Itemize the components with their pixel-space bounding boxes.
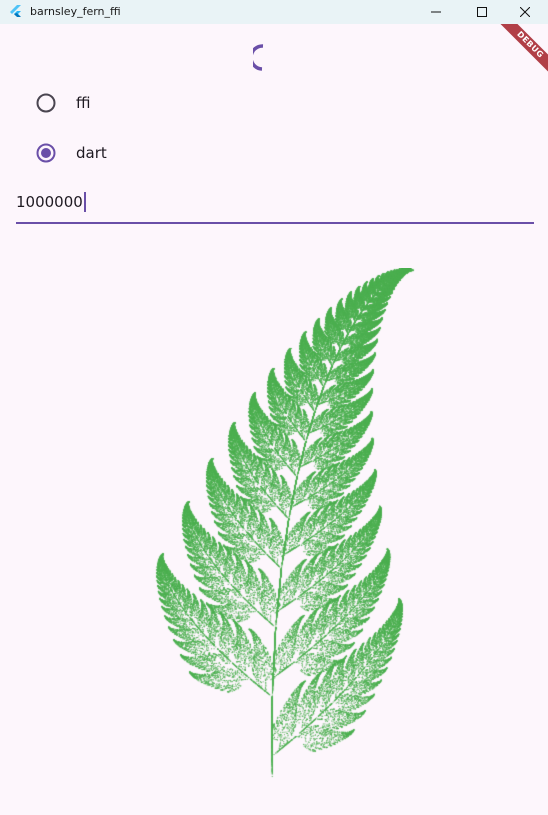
loading-spinner-icon [253, 43, 281, 71]
window-titlebar: barnsley_fern_ffi [0, 0, 548, 24]
close-button[interactable] [502, 0, 548, 24]
text-caret [84, 192, 86, 212]
minimize-button[interactable] [413, 0, 459, 24]
radio-label-ffi: ffi [76, 94, 91, 112]
minimize-icon [431, 7, 441, 17]
radio-selected-icon[interactable] [36, 143, 56, 163]
debug-banner: DEBUG [488, 24, 548, 84]
radio-label-dart: dart [76, 144, 107, 162]
point-count-value: 1000000 [16, 193, 83, 211]
point-count-input[interactable]: 1000000 [16, 192, 86, 212]
radio-option-ffi[interactable]: ffi [36, 91, 91, 115]
flutter-logo-icon [9, 5, 23, 19]
radio-unselected-icon[interactable] [36, 93, 56, 113]
maximize-button[interactable] [459, 0, 505, 24]
point-count-field[interactable]: 1000000 [16, 186, 534, 224]
close-icon [520, 7, 530, 17]
maximize-icon [477, 7, 487, 17]
barnsley-fern-canvas [150, 268, 420, 778]
debug-banner-label: DEBUG [497, 24, 548, 78]
window-title: barnsley_fern_ffi [30, 5, 121, 18]
radio-option-dart[interactable]: dart [36, 141, 107, 165]
